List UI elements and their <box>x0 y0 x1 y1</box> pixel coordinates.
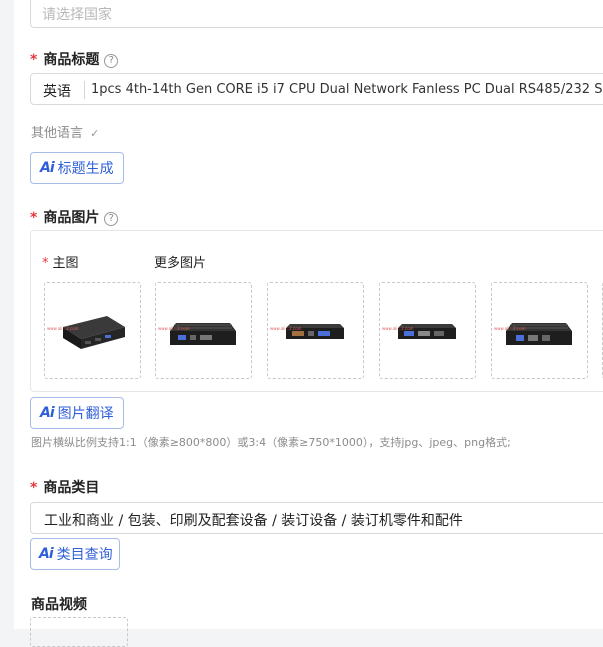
svg-text:www.ali...2.com: www.ali...2.com <box>270 326 302 331</box>
svg-text:www.ali...2.com: www.ali...2.com <box>494 326 526 331</box>
product-image-thumb[interactable]: www.ali...2.com <box>44 282 141 379</box>
country-select-placeholder: 请选择国家 <box>42 7 112 23</box>
ai-image-translate-button[interactable]: Ai 图片翻译 <box>30 397 124 429</box>
other-languages-toggle[interactable]: 其他语言 ✓ <box>31 122 99 141</box>
image-format-hint: 图片横纵比例支持1:1（像素≥800*800）或3:4（像素≥750*1000）… <box>31 436 511 449</box>
ai-icon: Ai <box>39 546 54 562</box>
category-label: * 商品类目 <box>30 480 100 496</box>
product-image-thumb[interactable]: www.ali...2.com <box>267 282 364 379</box>
images-label: * 商品图片? <box>30 207 119 227</box>
chevron-icon: ✓ <box>90 127 100 140</box>
svg-text:www.ali...2.com: www.ali...2.com <box>382 326 414 331</box>
title-value: 1pcs 4th-14th Gen CORE i5 i7 CPU Dual Ne… <box>91 82 603 97</box>
help-icon[interactable]: ? <box>104 54 119 68</box>
mini-pc-image: www.ali...2.com <box>158 323 236 345</box>
language-divider <box>84 81 85 99</box>
ai-icon: Ai <box>40 405 55 421</box>
category-input[interactable]: 工业和商业 / 包装、印刷及配套设备 / 装订设备 / 装订机零件和配件 <box>30 502 603 534</box>
mini-pc-image: www.ali...2.com <box>47 316 125 349</box>
ai-title-generate-button[interactable]: Ai 标题生成 <box>30 152 124 184</box>
required-mark: * <box>30 52 38 68</box>
product-image-thumb[interactable]: www.ali...2.com <box>491 282 588 379</box>
title-input[interactable]: 英语 1pcs 4th-14th Gen CORE i5 i7 CPU Dual… <box>30 73 603 105</box>
language-tag: 英语 <box>43 84 71 100</box>
mini-pc-image: www.ali...2.com <box>382 324 456 339</box>
required-mark: * <box>30 210 38 226</box>
video-label: 商品视频 <box>31 597 87 613</box>
video-upload-box[interactable] <box>30 617 128 647</box>
svg-text:www.ali...2.com: www.ali...2.com <box>47 326 79 331</box>
required-mark: * <box>30 480 38 496</box>
mini-pc-image: www.ali...2.com <box>494 323 572 345</box>
svg-text:www.ali...2.com: www.ali...2.com <box>158 326 190 331</box>
help-icon[interactable]: ? <box>104 212 119 226</box>
category-value: 工业和商业 / 包装、印刷及配套设备 / 装订设备 / 装订机零件和配件 <box>44 513 463 529</box>
title-label: * 商品标题? <box>30 49 119 69</box>
product-image-thumb[interactable]: www.ali...2.com <box>379 282 476 379</box>
main-image-label: * 主图 <box>42 256 79 271</box>
product-image-thumb[interactable]: www.ali...2.com <box>155 282 252 379</box>
country-select[interactable] <box>30 0 603 28</box>
ai-category-query-button[interactable]: Ai 类目查询 <box>30 538 120 570</box>
more-images-label: 更多图片 <box>154 256 207 271</box>
required-mark: * <box>42 256 49 271</box>
mini-pc-image: www.ali...2.com <box>270 324 344 339</box>
ai-icon: Ai <box>40 160 55 176</box>
